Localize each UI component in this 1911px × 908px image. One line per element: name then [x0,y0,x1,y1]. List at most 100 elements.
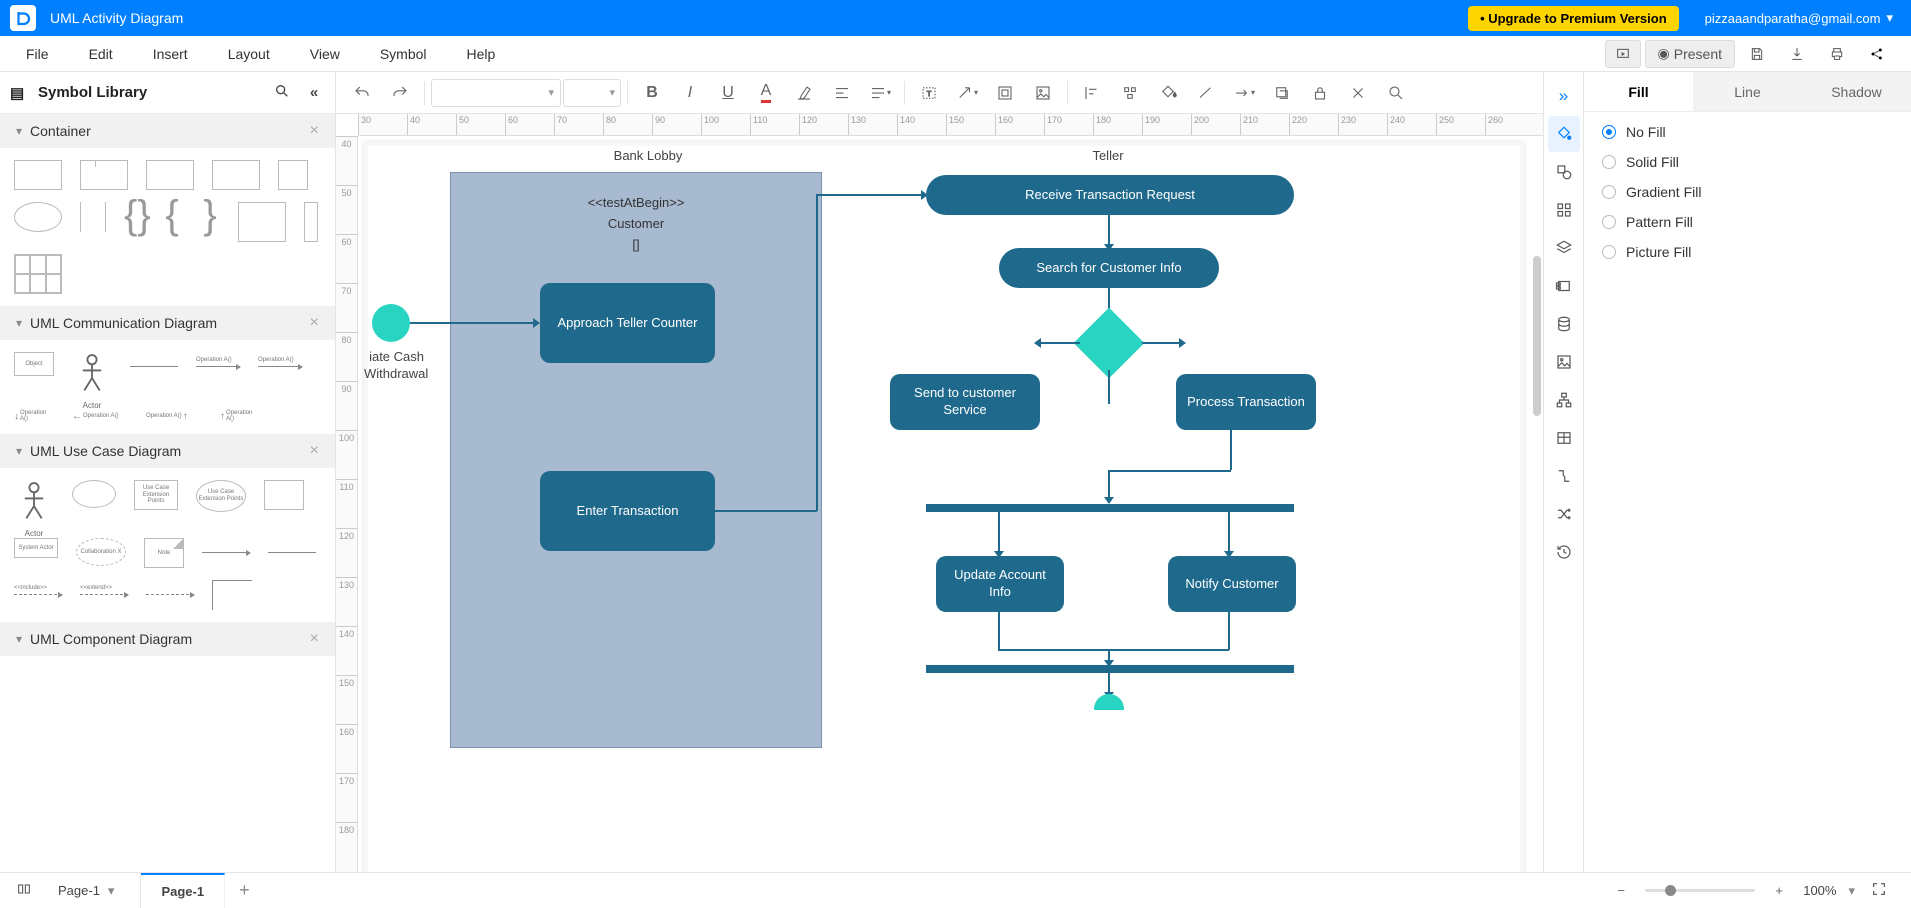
edge-notify-down[interactable] [1228,612,1230,650]
menu-edit[interactable]: Edit [69,46,133,62]
lock-tool[interactable] [1302,77,1338,109]
node-notify[interactable]: Notify Customer [1168,556,1296,612]
textbox-tool[interactable]: T [911,77,947,109]
shape-actor-2[interactable]: Actor [14,480,54,526]
end-node-partial[interactable] [1094,694,1124,710]
shape-collaboration[interactable]: Collaboration X [76,538,126,566]
upgrade-button[interactable]: • Upgrade to Premium Version [1468,6,1679,31]
redo-button[interactable] [382,77,418,109]
connector-tool[interactable]: ▾ [949,77,985,109]
edge-start-approach[interactable] [410,322,534,324]
shape-assoc-arrow[interactable] [202,552,250,553]
share-icon[interactable] [1859,40,1895,68]
edge-receive-search[interactable] [1108,215,1110,245]
sitemap-icon[interactable] [1548,382,1580,418]
fill-option-pattern[interactable]: Pattern Fill [1602,214,1893,230]
close-icon[interactable]: × [310,630,319,648]
chevron-down-icon[interactable]: ▾ [1848,883,1855,899]
save-icon[interactable] [1739,40,1775,68]
node-process[interactable]: Process Transaction [1176,374,1316,430]
shape-ellipse[interactable] [14,202,62,232]
canvas[interactable]: Bank Lobby Teller <<testAtBegin>> Custom… [358,136,1543,872]
container-tool[interactable] [987,77,1023,109]
decision-node[interactable] [1074,308,1145,379]
edge-bar-update[interactable] [998,512,1000,552]
shape-brace-left[interactable]: { [162,202,182,232]
italic-button[interactable]: I [672,77,708,109]
category-header-component[interactable]: ▾UML Component Diagram× [0,622,335,656]
present-button[interactable]: ◉Present [1645,40,1735,68]
page-selector[interactable]: Page-1▾ [46,873,141,908]
edge-update-down[interactable] [998,612,1000,650]
shape-corner[interactable] [212,580,252,610]
shape-association-line[interactable] [130,366,178,367]
shape-system-actor[interactable]: System Actor [14,538,58,558]
shape-rect-2[interactable] [212,160,260,190]
shape-note[interactable]: Note [144,538,184,568]
undo-button[interactable] [344,77,380,109]
align-v-button[interactable]: ▾ [862,77,898,109]
node-enter[interactable]: Enter Transaction [540,471,715,551]
shape-tool-icon[interactable] [1548,154,1580,190]
edge-enter-to-receive[interactable] [816,194,922,196]
shape-include-arrow[interactable]: <<include>> [14,594,62,595]
search-tool[interactable] [1378,77,1414,109]
shuffle-icon[interactable] [1548,496,1580,532]
arrow-style-tool[interactable]: ▾ [1226,77,1262,109]
settings-tool[interactable] [1340,77,1376,109]
shape-brace-pair[interactable]: {} [124,202,144,232]
edge-to-bar2[interactable] [1108,649,1110,661]
edge-bar2-down[interactable] [1108,673,1110,693]
search-icon[interactable] [271,83,293,103]
edge-merge-h[interactable] [998,649,1229,651]
shape-assoc-line[interactable] [268,552,316,553]
scrollbar-vertical[interactable] [1533,256,1541,416]
fill-option-none[interactable]: No Fill [1602,124,1893,140]
menu-file[interactable]: File [6,46,69,62]
align-left-tool[interactable] [1074,77,1110,109]
zoom-in-button[interactable]: + [1765,883,1793,898]
component-icon[interactable] [1548,268,1580,304]
font-size-select[interactable]: ▾ [563,79,621,107]
highlight-button[interactable] [786,77,822,109]
node-search[interactable]: Search for Customer Info [999,248,1219,288]
add-page-button[interactable]: + [225,880,264,901]
database-icon[interactable] [1548,306,1580,342]
zoom-out-button[interactable]: − [1607,883,1635,898]
shape-extend-arrow[interactable]: <<extend>> [80,594,128,595]
table-icon[interactable] [1548,420,1580,456]
swimlane-container-customer[interactable]: <<testAtBegin>> Customer [] [450,172,822,748]
bold-button[interactable]: B [634,77,670,109]
shape-brace-right[interactable]: } [200,202,220,232]
shape-small-rect[interactable] [278,160,308,190]
shape-thin-rect[interactable] [304,202,318,242]
fill-option-picture[interactable]: Picture Fill [1602,244,1893,260]
zoom-slider[interactable] [1645,889,1755,892]
image-icon[interactable] [1548,344,1580,380]
shape-boundary[interactable] [264,480,304,510]
node-update[interactable]: Update Account Info [936,556,1064,612]
edge-enter-up[interactable] [816,194,818,511]
edge-decision-process[interactable] [1142,342,1180,344]
shape-return-arrow-up[interactable]: Operation A()↑ [146,410,202,422]
image-tool[interactable] [1025,77,1061,109]
shape-tall-rect[interactable] [238,202,286,242]
node-send[interactable]: Send to customer Service [890,374,1040,430]
edge-process-down[interactable] [1230,430,1232,470]
underline-button[interactable]: U [710,77,746,109]
account-menu[interactable]: pizzaaandparatha@gmail.com ▾ [1705,10,1893,26]
line-style-tool[interactable] [1188,77,1224,109]
menu-help[interactable]: Help [447,46,516,62]
shape-rect[interactable] [14,160,62,190]
page-tab[interactable]: Page-1 [141,873,225,908]
start-node[interactable] [372,304,410,342]
fill-tool-icon[interactable] [1548,116,1580,152]
shape-dependency-arrow[interactable] [146,594,194,595]
edge-process-left[interactable] [1108,470,1231,472]
font-color-button[interactable]: A [748,77,784,109]
menu-view[interactable]: View [290,46,360,62]
shape-message-arrow[interactable]: Operation A() [196,366,240,367]
menu-layout[interactable]: Layout [208,46,290,62]
expand-panel-icon[interactable]: » [1548,78,1580,114]
collapse-icon[interactable]: « [303,84,325,101]
